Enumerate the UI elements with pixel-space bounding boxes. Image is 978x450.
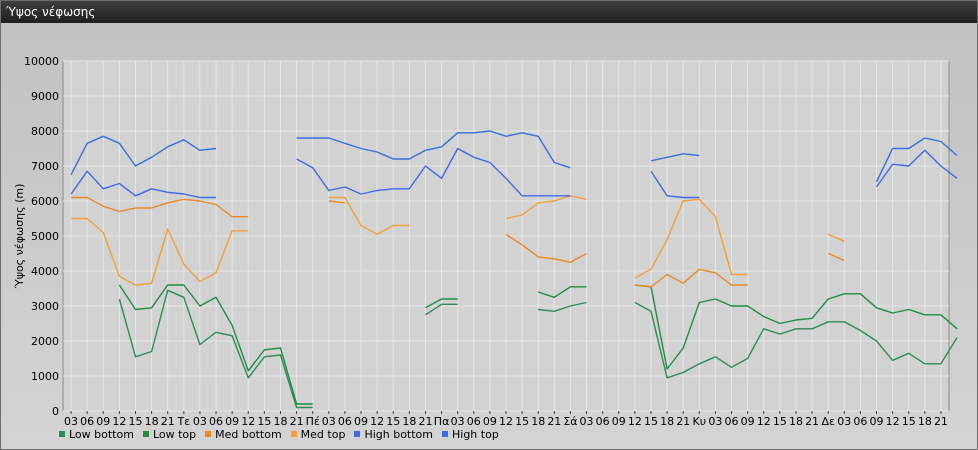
y-tick-label: 5000 [31,230,59,243]
y-tick-label: 6000 [31,195,59,208]
chart-window: Ύψος νέφωσης 0 1000 2000 3000 4000 5000 6000 70… [0,0,978,450]
legend-item: Med top [290,426,346,442]
legend-item: Low bottom [59,426,134,442]
x-tick-label: 03 [580,415,594,428]
x-tick-label: 12 [757,415,771,428]
window-title: Ύψος νέφωσης [6,5,96,19]
x-tick-label: Σά [563,415,577,428]
legend-swatch [142,431,149,437]
legend-swatch [290,431,297,437]
legend-item: Med bottom [205,426,282,442]
x-tick-label: 06 [853,415,867,428]
y-tick-label: 2000 [31,335,59,348]
x-tick-label: 18 [531,415,545,428]
x-tick-label: Κυ [693,415,707,428]
legend-swatch [59,431,65,437]
x-tick-label: 03 [837,415,851,428]
legend-label: Med bottom [215,427,282,441]
y-tick-label: 9000 [31,90,59,103]
x-tick-label: 03 [708,415,722,428]
x-tick-label: 21 [547,415,561,428]
y-tick-label: 4000 [31,265,59,278]
x-tick-label: 09 [741,415,755,428]
x-tick-label: 12 [628,415,642,428]
x-tick-label: 18 [918,415,932,428]
x-tick-label: Δε [821,415,835,428]
chart-body: 0 1000 2000 3000 4000 5000 6000 7000 8000 9000 100… [1,23,977,449]
legend-label: Low top [152,427,197,441]
legend-swatch [354,431,361,437]
x-tick-label: 09 [612,415,626,428]
legend-item: Low top [142,426,197,442]
x-tick-label: 06 [596,415,610,428]
legend-item: High bottom [354,426,433,442]
y-axis-label: Ύψος νέφωσης (m) [13,184,26,290]
x-tick-label: 06 [725,415,739,428]
legend-label: Low bottom [69,427,134,441]
legend-label: High bottom [364,427,433,441]
window-titlebar: Ύψος νέφωσης [1,1,977,23]
x-tick-label: 15 [902,415,916,428]
legend-label: High top [452,427,499,441]
x-tick-label: 15 [644,415,658,428]
legend-swatch [205,431,212,437]
cloud-height-chart: 0 1000 2000 3000 4000 5000 6000 7000 8000 9000 100… [13,55,958,428]
x-tick-label: 21 [676,415,690,428]
legend-swatch [442,431,448,437]
x-tick-label: 09 [870,415,884,428]
y-tick-label: 10000 [24,55,59,68]
x-tick-label: 18 [789,415,803,428]
chart-legend: Low bottom Low top Med bottom Med top High b… [59,426,508,442]
y-tick-label: 3000 [31,300,59,313]
x-tick-label: 12 [886,415,900,428]
x-tick-label: 21 [805,415,819,428]
y-tick-label: 8000 [31,125,59,138]
y-tick-label: 1000 [31,370,59,383]
x-tick-label: 18 [660,415,674,428]
x-tick-label: 15 [515,415,529,428]
x-tick-label: 21 [934,415,948,428]
legend-item: High top [442,426,499,442]
x-tick-label: 15 [773,415,787,428]
y-tick-label: 0 [52,405,59,418]
legend-label: Med top [300,427,346,441]
y-tick-label: 7000 [31,160,59,173]
